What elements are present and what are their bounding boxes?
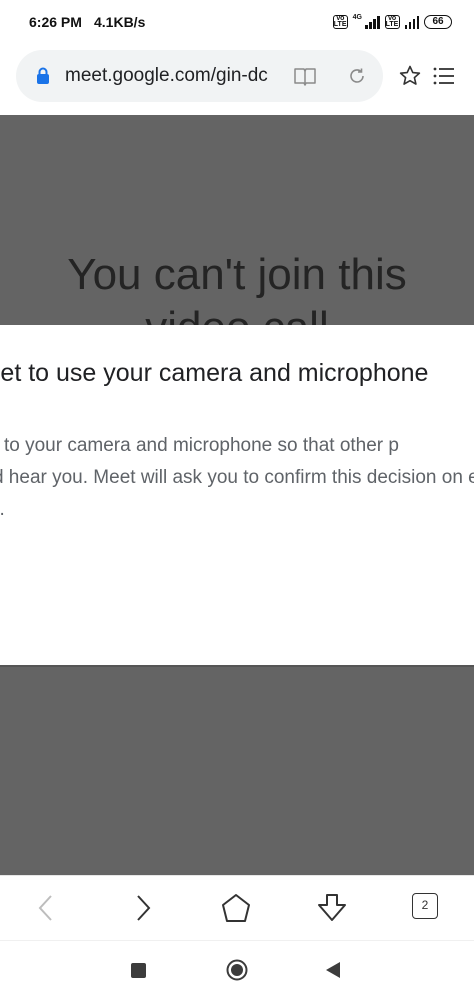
status-icons: Vo LTE 4G Vo LTE 66 [332, 12, 452, 32]
dialog-body-line-1: Meet needs access to your camera and mic… [0, 435, 399, 456]
bookmark-star-icon[interactable] [398, 64, 422, 88]
page-heading-line2: video call [0, 303, 474, 325]
recent-apps-icon[interactable] [131, 963, 146, 978]
reader-mode-icon[interactable] [293, 66, 317, 86]
battery-icon: 66 [424, 15, 452, 29]
dialog-body: Meet needs access to your camera and mic… [0, 430, 474, 526]
menu-list-icon[interactable] [432, 64, 456, 88]
home-circle-icon[interactable] [226, 959, 248, 981]
network-type-label: 4G [352, 13, 362, 21]
dialog-body-line-2: can see and hear you. Meet will ask you … [0, 467, 474, 488]
back-arrow-icon[interactable] [31, 892, 63, 924]
page-overlay-bottom [0, 665, 474, 875]
dialog-title: Allow Meet to use your camera and microp… [0, 359, 429, 387]
reload-icon[interactable] [347, 66, 367, 86]
signal-icon-sim2 [404, 15, 419, 29]
browser-toolbar [0, 875, 474, 940]
forward-arrow-icon[interactable] [126, 892, 158, 924]
network-speed: 4.1KB/s [94, 14, 146, 30]
page-heading: You can't join this [67, 250, 407, 299]
back-triangle-icon[interactable] [325, 961, 341, 979]
address-bar[interactable]: meet.google.com/gin-dc [16, 50, 383, 102]
page-overlay-top: You can't join this video call [0, 115, 474, 325]
status-time: 6:26 PM [29, 14, 82, 30]
volte-icon-sim2: Vo LTE [384, 15, 400, 29]
dialog-body-line-3: you use. [0, 499, 5, 520]
lock-icon[interactable] [36, 67, 50, 84]
signal-icon [365, 15, 380, 29]
status-bar: 6:26 PM 4.1KB/s Vo LTE 4G Vo LTE 66 [0, 0, 474, 46]
home-icon[interactable] [220, 892, 252, 924]
download-icon[interactable] [316, 892, 348, 924]
permission-dialog: Allow Meet to use your camera and microp… [0, 325, 474, 665]
android-nav-bar [0, 940, 474, 1002]
tab-count-button[interactable]: 2 [412, 893, 438, 919]
volte-icon: Vo LTE [332, 15, 348, 29]
url-text[interactable]: meet.google.com/gin-dc [65, 65, 285, 87]
